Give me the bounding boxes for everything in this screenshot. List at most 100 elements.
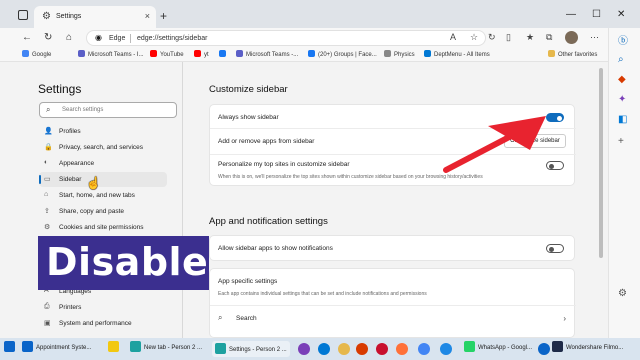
shopping-icon[interactable]: ◆ [618, 74, 626, 85]
file-explorer-icon[interactable] [338, 343, 350, 355]
favorite-label: Physics [394, 52, 415, 58]
bing-icon[interactable]: ⓑ [618, 32, 628, 47]
youtube-icon [150, 50, 157, 57]
more-options-icon[interactable]: ⋯ [590, 32, 599, 43]
url-text[interactable]: edge://settings/sidebar [137, 35, 207, 42]
favorites-bar: Google Microsoft Teams - I... YouTube yt… [0, 48, 608, 62]
app-icon[interactable] [356, 343, 368, 355]
app-icon[interactable] [538, 343, 550, 355]
scrollbar-thumb[interactable] [599, 68, 603, 258]
window-menu-icon[interactable] [18, 10, 28, 20]
firefox-icon[interactable] [396, 343, 408, 355]
share-icon: ⇪ [44, 208, 50, 215]
app-icon[interactable] [318, 343, 330, 355]
tools-icon[interactable]: ✦ [618, 94, 626, 105]
row-divider [210, 154, 576, 155]
taskbar-app-label: Settings - Person 2 ... [229, 347, 287, 353]
lock-icon: 🔒 [44, 144, 53, 151]
mouse-pointer-icon: ☝ [86, 176, 101, 190]
page-scrollbar[interactable] [598, 62, 604, 338]
new-tab-button[interactable]: + [160, 9, 167, 23]
favorite-item[interactable]: Physics [384, 50, 415, 58]
tab-settings[interactable]: ⚙ Settings × [34, 6, 156, 28]
customize-sidebar-button[interactable]: Customize sidebar [504, 134, 566, 148]
nav-item-start-home[interactable]: ⌂ Start, home, and new tabs [39, 188, 167, 203]
edge-icon [215, 343, 226, 354]
taskbar-app[interactable] [108, 341, 122, 357]
nav-label: System and performance [59, 320, 132, 327]
home-icon: ⌂ [44, 191, 49, 198]
favorite-item[interactable]: DeptMenu - All Items [424, 50, 490, 58]
app-icon[interactable] [440, 343, 452, 355]
nav-item-share-copy[interactable]: ⇪ Share, copy and paste [39, 204, 167, 219]
favorite-item[interactable]: Microsoft Teams -... [236, 50, 298, 58]
allow-notifications-toggle[interactable] [546, 244, 564, 253]
app-icon[interactable] [376, 343, 388, 355]
allow-notifications-label: Allow sidebar apps to show notifications [218, 245, 333, 252]
chrome-icon[interactable] [418, 343, 430, 355]
personalize-label: Personalize my top sites in customize si… [218, 161, 350, 168]
other-favorites[interactable]: Other favorites [548, 50, 597, 58]
search-settings-input[interactable]: ⌕ Search settings [39, 102, 177, 118]
app-icon[interactable] [298, 343, 310, 355]
close-window-button[interactable]: ✕ [617, 9, 625, 20]
search-icon[interactable]: ⌕ [618, 54, 624, 65]
start-button[interactable] [4, 341, 18, 357]
app-specific-card: App specific settings Each app contains … [209, 268, 576, 338]
taskbar-app[interactable]: New tab - Person 2 ... [130, 341, 202, 357]
minimize-button[interactable]: — [566, 9, 576, 20]
favorite-item[interactable]: Google [22, 50, 51, 58]
close-tab-icon[interactable]: × [145, 11, 150, 21]
address-bar[interactable]: ◉ Edge edge://settings/sidebar [86, 30, 486, 46]
taskbar-app-label: Appointment Syste... [36, 345, 92, 351]
favorite-item[interactable]: yt [194, 50, 209, 58]
sidebar-icon: ▭ [44, 176, 51, 183]
personalize-toggle[interactable] [546, 161, 564, 170]
edge-brand-label: Edge [109, 35, 126, 42]
nav-item-printers[interactable]: ⎙ Printers [39, 300, 167, 315]
search-app-row[interactable]: ⌕ Search › [210, 306, 576, 332]
nav-label: Appearance [59, 160, 95, 167]
always-show-label: Always show sidebar [218, 114, 279, 121]
printer-icon: ⎙ [44, 303, 50, 310]
maximize-button[interactable]: ☐ [592, 9, 601, 20]
taskbar-app[interactable]: Wondershare Filmo... [552, 341, 623, 357]
outlook-icon[interactable]: ◧ [618, 114, 627, 125]
settings-title: Settings [38, 82, 82, 96]
refresh-button[interactable]: ↻ [44, 32, 52, 43]
filmora-icon [552, 341, 563, 352]
add-app-icon[interactable]: + [618, 136, 624, 147]
folder-icon [548, 50, 555, 57]
sidebar-settings-icon[interactable]: ⚙ [618, 288, 627, 299]
nav-item-sidebar[interactable]: ▭ Sidebar [39, 172, 167, 187]
navigation-bar: ← ↻ ⌂ ◉ Edge edge://settings/sidebar A ☆… [0, 28, 608, 48]
home-button[interactable]: ⌂ [66, 32, 72, 43]
taskbar-app-label: New tab - Person 2 ... [144, 345, 203, 351]
always-show-toggle[interactable] [546, 113, 564, 122]
favorite-star-icon[interactable]: ☆ [470, 32, 478, 43]
nav-item-cookies[interactable]: ⚙ Cookies and site permissions [39, 220, 167, 235]
nav-item-appearance[interactable]: ◐ Appearance [39, 156, 167, 171]
favorite-label: DeptMenu - All Items [434, 52, 490, 58]
favorite-item[interactable]: (20+) Groups | Face... [308, 50, 377, 58]
nav-item-system[interactable]: ▣ System and performance [39, 316, 167, 331]
favorite-item[interactable]: YouTube [150, 50, 184, 58]
favorites-icon[interactable]: ★ [526, 32, 534, 43]
refresh-extension-icon[interactable]: ↻ [488, 32, 496, 43]
nav-item-privacy[interactable]: 🔒 Privacy, search, and services [39, 140, 167, 155]
profile-avatar[interactable] [565, 31, 578, 44]
chevron-right-icon: › [563, 314, 566, 323]
taskbar-app[interactable]: Appointment Syste... [22, 341, 91, 357]
taskbar-app[interactable]: WhatsApp - Googl... [464, 341, 532, 357]
taskbar-app-active[interactable]: Settings - Person 2 ... [212, 341, 290, 357]
page-icon [384, 50, 391, 57]
disable-banner: Disable [38, 236, 209, 290]
split-screen-icon[interactable]: ▯ [506, 32, 511, 43]
collections-icon[interactable]: ⧉ [546, 32, 552, 43]
favorite-item[interactable]: Microsoft Teams - I... [78, 50, 144, 58]
nav-item-profiles[interactable]: 👤 Profiles [39, 124, 167, 139]
read-aloud-icon[interactable]: A [450, 32, 456, 42]
favorite-item[interactable] [219, 50, 229, 58]
favorite-label: Other favorites [558, 52, 598, 58]
back-button[interactable]: ← [22, 32, 32, 43]
